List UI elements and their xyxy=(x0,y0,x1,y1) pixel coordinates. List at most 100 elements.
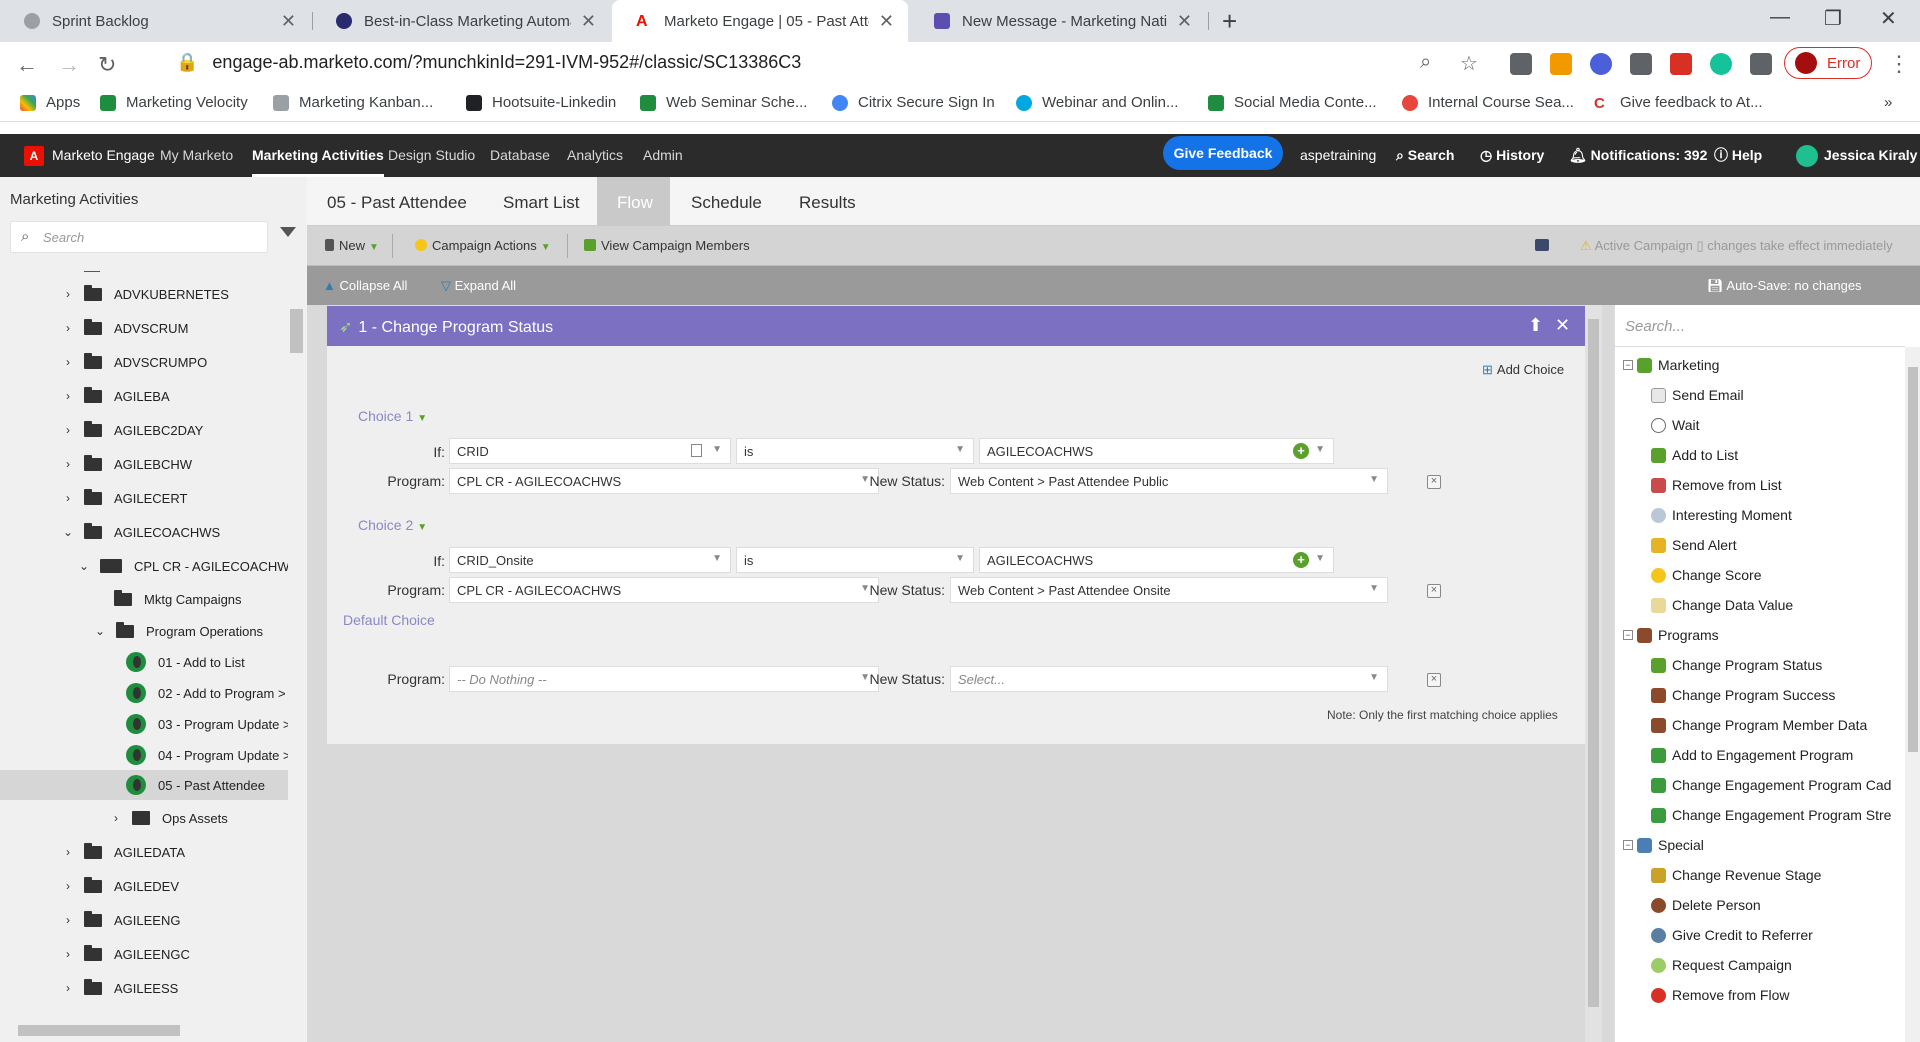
browser-tab-marketing-automation[interactable]: Best-in-Class Marketing Automat ✕ xyxy=(312,0,610,42)
filter-icon[interactable] xyxy=(280,227,296,237)
tree-item-advscrumpo[interactable]: › ADVSCRUMPO xyxy=(60,347,207,377)
tree-item-cpl-cr-agilecoachws[interactable]: ⌄ CPL CR - AGILECOACHWS xyxy=(76,551,288,581)
bookmark-marketing-kanban[interactable]: Marketing Kanban... xyxy=(273,94,433,111)
browser-tab-new-message[interactable]: New Message - Marketing Nation ✕ xyxy=(910,0,1206,42)
chevron-right-icon[interactable]: › xyxy=(60,457,76,471)
collapse-toggle-icon[interactable]: − xyxy=(1623,360,1633,370)
tab-flow[interactable]: Flow xyxy=(597,177,670,226)
nav-my-marketo[interactable]: My Marketo xyxy=(160,134,233,177)
palette-item-interesting-moment[interactable]: Interesting Moment xyxy=(1651,503,1792,527)
chevron-right-icon[interactable]: › xyxy=(60,389,76,403)
reload-icon[interactable]: ↻ xyxy=(98,52,116,78)
new-tab-button[interactable]: + xyxy=(1222,6,1237,37)
default-program-select[interactable]: -- Do Nothing -- ▼ xyxy=(449,666,879,692)
chevron-right-icon[interactable]: › xyxy=(60,423,76,437)
tree-item-agileeng[interactable]: › AGILEENG xyxy=(60,905,180,935)
bookmark-marketing-velocity[interactable]: Marketing Velocity xyxy=(100,94,248,111)
flow-step-header[interactable]: ➶ 1 - Change Program Status ⬆ ✕ xyxy=(327,306,1592,346)
campaign-actions-menu-button[interactable]: Campaign Actions ▼ xyxy=(415,238,551,253)
palette-item-delete-person[interactable]: Delete Person xyxy=(1651,893,1761,917)
extension-v-icon[interactable] xyxy=(1590,53,1612,75)
chevron-down-icon[interactable]: ⌄ xyxy=(92,624,108,638)
extension-calendar-icon[interactable] xyxy=(1670,53,1692,75)
browser-tab-sprint-backlog[interactable]: Sprint Backlog ✕ xyxy=(0,0,310,42)
palette-item-add-to-list[interactable]: Add to List xyxy=(1651,443,1738,467)
nav-user[interactable]: Jessica Kiraly xyxy=(1796,134,1917,177)
chevron-right-icon[interactable]: › xyxy=(60,491,76,505)
bookmark-apps[interactable]: Apps xyxy=(20,94,80,111)
chevron-right-icon[interactable]: › xyxy=(60,981,76,995)
collapse-all-button[interactable]: ▲ Collapse All xyxy=(323,278,407,293)
palette-item-change-score[interactable]: Change Score xyxy=(1651,563,1762,587)
tree-item-agiledev[interactable]: › AGILEDEV xyxy=(60,871,179,901)
palette-item-change-program-status[interactable]: Change Program Status xyxy=(1651,653,1822,677)
close-icon[interactable]: ✕ xyxy=(281,11,296,32)
choice-1-status-select[interactable]: Web Content > Past Attendee Public ▼ xyxy=(950,468,1388,494)
collapse-toggle-icon[interactable]: − xyxy=(1623,630,1633,640)
nav-admin[interactable]: Admin xyxy=(643,134,683,177)
bookmark-give-feedback[interactable]: C Give feedback to At... xyxy=(1594,94,1763,112)
chevron-right-icon[interactable]: › xyxy=(60,321,76,335)
palette-group-programs[interactable]: − Programs xyxy=(1623,623,1719,647)
browser-menu-icon[interactable]: ⋮ xyxy=(1888,51,1910,77)
extension-chart-icon[interactable] xyxy=(1550,53,1572,75)
nav-marketing-activities[interactable]: Marketing Activities xyxy=(252,134,384,177)
choice-2-value-field[interactable]: AGILECOACHWS + ▼ xyxy=(979,547,1334,573)
palette-item-change-program-member-data[interactable]: Change Program Member Data xyxy=(1651,713,1867,737)
choice-2-attribute-select[interactable]: CRID_Onsite ▼ xyxy=(449,547,731,573)
chevron-down-icon[interactable]: ⌄ xyxy=(76,559,92,573)
chevron-right-icon[interactable]: › xyxy=(60,913,76,927)
palette-item-remove-from-flow[interactable]: Remove from Flow xyxy=(1651,983,1789,1007)
palette-item-wait[interactable]: Wait xyxy=(1651,413,1699,437)
window-close-icon[interactable]: ✕ xyxy=(1880,6,1897,31)
nav-history[interactable]: ◷ History xyxy=(1480,134,1544,177)
back-icon[interactable]: ← xyxy=(16,52,38,78)
profile-error-button[interactable]: Error xyxy=(1784,47,1872,79)
grammarly-icon[interactable] xyxy=(1710,53,1732,75)
add-choice-button[interactable]: ⊞ Add Choice xyxy=(1482,362,1564,378)
url-field[interactable]: 🔒 engage-ab.marketo.com/?munchkinId=291-I… xyxy=(176,52,801,73)
tree-horizontal-scrollbar[interactable] xyxy=(0,1022,288,1039)
tree-item-campaign-02[interactable]: 02 - Add to Program > xyxy=(126,678,286,708)
new-menu-button[interactable]: New ▼ xyxy=(325,238,379,253)
tree-item-agilecert[interactable]: › AGILECERT xyxy=(60,483,187,513)
scroll-thumb[interactable] xyxy=(290,309,303,353)
tree-item-agilecoachws[interactable]: ⌄ AGILECOACHWS xyxy=(60,517,220,547)
palette-item-change-revenue-stage[interactable]: Change Revenue Stage xyxy=(1651,863,1821,887)
palette-item-send-alert[interactable]: Send Alert xyxy=(1651,533,1737,557)
choice-2-operator-select[interactable]: is ▼ xyxy=(736,547,974,573)
minimize-icon[interactable]: — xyxy=(1770,6,1790,29)
default-status-select[interactable]: Select... ▼ xyxy=(950,666,1388,692)
marketo-logo[interactable]: A Marketo Engage xyxy=(24,134,155,177)
flow-vertical-scrollbar[interactable] xyxy=(1585,305,1602,1042)
choice-1-operator-select[interactable]: is ▼ xyxy=(736,438,974,464)
extension-video-icon[interactable] xyxy=(1510,53,1532,75)
bookmark-hootsuite[interactable]: Hootsuite-Linkedin xyxy=(466,94,616,111)
tree-item-campaign-05-selected[interactable]: 05 - Past Attendee xyxy=(0,770,288,800)
tree-item-agileba[interactable]: › AGILEBA xyxy=(60,381,170,411)
scroll-thumb[interactable] xyxy=(1908,367,1918,752)
forward-icon[interactable]: → xyxy=(58,52,80,78)
palette-vertical-scrollbar[interactable] xyxy=(1905,347,1920,1042)
palette-item-change-program-success[interactable]: Change Program Success xyxy=(1651,683,1835,707)
tree-search-input[interactable]: ⌕ Search xyxy=(10,221,268,253)
bookmark-web-seminar[interactable]: Web Seminar Sche... xyxy=(640,94,807,111)
workspace-label[interactable]: aspetraining xyxy=(1300,134,1376,177)
tree-item-agilebc2day[interactable]: › AGILEBC2DAY xyxy=(60,415,203,445)
collapse-toggle-icon[interactable]: − xyxy=(1623,840,1633,850)
tree-item-campaign-04[interactable]: 04 - Program Update > xyxy=(126,740,288,770)
palette-item-request-campaign[interactable]: Request Campaign xyxy=(1651,953,1792,977)
context-icon[interactable] xyxy=(691,444,702,457)
choice-1-value-field[interactable]: AGILECOACHWS + ▼ xyxy=(979,438,1334,464)
palette-item-change-data-value[interactable]: Change Data Value xyxy=(1651,593,1793,617)
palette-item-send-email[interactable]: Send Email xyxy=(1651,383,1744,407)
tree-item-agiledata[interactable]: › AGILEDATA xyxy=(60,837,185,867)
choice-2-status-select[interactable]: Web Content > Past Attendee Onsite ▼ xyxy=(950,577,1388,603)
browser-tab-marketo-engage[interactable]: A Marketo Engage | 05 - Past Atten ✕ xyxy=(612,0,908,42)
tree-item-mktg-campaigns[interactable]: Mktg Campaigns xyxy=(114,584,242,614)
bookmark-webinar[interactable]: Webinar and Onlin... xyxy=(1016,94,1178,111)
restore-icon[interactable]: ❐ xyxy=(1824,6,1842,31)
tab-campaign-name[interactable]: 05 - Past Attendee xyxy=(307,177,487,226)
add-value-icon[interactable]: + xyxy=(1293,443,1309,459)
tree-item-agileess[interactable]: › AGILEESS xyxy=(60,973,178,1001)
